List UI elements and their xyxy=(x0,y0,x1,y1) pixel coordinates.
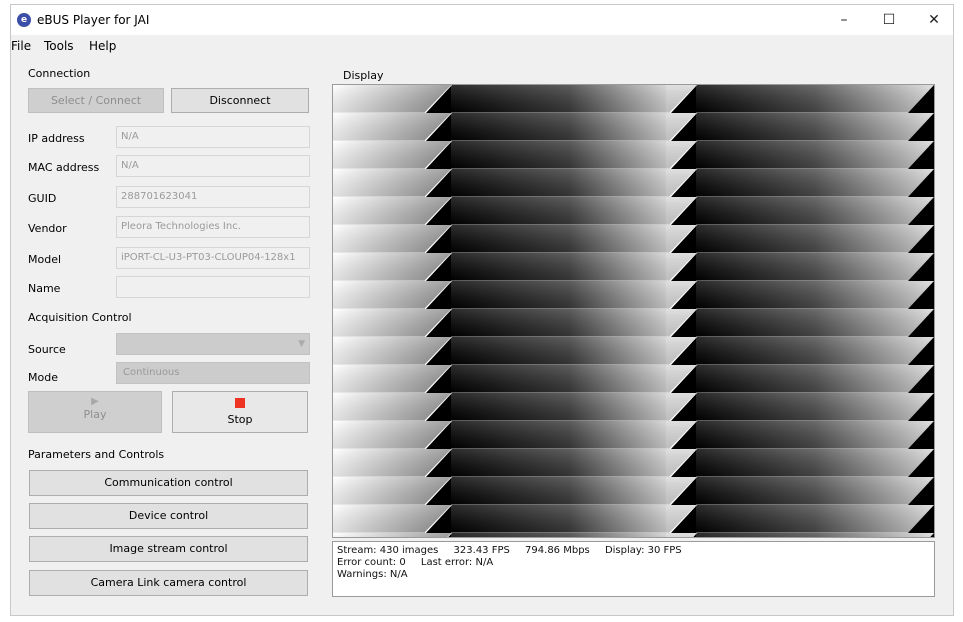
display-label: Display xyxy=(343,69,384,82)
stop-label: Stop xyxy=(227,413,253,426)
stop-button[interactable]: Stop xyxy=(172,391,308,433)
select-connect-button[interactable]: Select / Connect xyxy=(28,88,164,113)
stop-icon xyxy=(235,398,245,408)
ip-address-field: N/A xyxy=(116,126,310,148)
vendor-label: Vendor xyxy=(28,222,67,235)
disconnect-button[interactable]: Disconnect xyxy=(171,88,309,113)
acquisition-control-label: Acquisition Control xyxy=(28,311,132,324)
play-icon: ▶ xyxy=(91,396,99,407)
name-field xyxy=(116,276,310,298)
model-field: iPORT-CL-U3-PT03-CLOUP04-128x1 xyxy=(116,247,310,269)
play-button[interactable]: ▶ Play xyxy=(28,391,162,433)
source-dropdown[interactable]: ▼ xyxy=(116,333,310,355)
warnings: Warnings: N/A xyxy=(337,569,408,580)
source-label: Source xyxy=(28,343,66,356)
last-error: Last error: N/A xyxy=(420,557,494,568)
menu-file[interactable]: File xyxy=(11,39,31,53)
mode-label: Mode xyxy=(28,371,58,384)
error-count: Error count: 0 xyxy=(337,557,406,568)
stream-count: Stream: 430 images xyxy=(337,545,439,556)
app-logo-icon: e xyxy=(17,13,31,27)
connection-label: Connection xyxy=(28,67,91,80)
image-row-overlay xyxy=(333,85,934,537)
guid-field: 288701623041 xyxy=(116,186,310,208)
guid-label: GUID xyxy=(28,192,57,205)
title-bar: e eBUS Player for JAI – ☐ ✕ xyxy=(11,5,953,35)
minimize-button[interactable]: – xyxy=(829,9,859,31)
maximize-button[interactable]: ☐ xyxy=(874,9,904,31)
status-panel: Stream: 430 images 323.43 FPS 794.86 Mbp… xyxy=(332,541,935,597)
warnings-status-line: Warnings: N/A xyxy=(337,569,930,581)
communication-control-button[interactable]: Communication control xyxy=(29,470,308,496)
name-label: Name xyxy=(28,282,61,295)
menu-help[interactable]: Help xyxy=(89,39,116,53)
mode-value: Continuous xyxy=(123,367,180,378)
window-title: eBUS Player for JAI xyxy=(37,13,150,27)
menu-bar: File Tools Help xyxy=(11,37,953,57)
camera-link-control-button[interactable]: Camera Link camera control xyxy=(29,570,308,596)
play-label: Play xyxy=(83,408,107,421)
mode-dropdown[interactable]: Continuous xyxy=(116,362,310,384)
ip-address-label: IP address xyxy=(28,132,85,145)
stream-status-line: Stream: 430 images 323.43 FPS 794.86 Mbp… xyxy=(337,545,930,557)
image-stream-control-button[interactable]: Image stream control xyxy=(29,536,308,562)
close-button[interactable]: ✕ xyxy=(919,9,949,31)
stream-fps: 323.43 FPS xyxy=(453,545,510,556)
display-area xyxy=(332,84,935,538)
device-control-button[interactable]: Device control xyxy=(29,503,308,529)
display-fps: Display: 30 FPS xyxy=(604,545,682,556)
parameters-controls-label: Parameters and Controls xyxy=(28,448,165,461)
camera-image xyxy=(333,85,934,537)
stream-bandwidth: 794.86 Mbps xyxy=(525,545,590,556)
chevron-down-icon: ▼ xyxy=(298,339,305,349)
menu-tools[interactable]: Tools xyxy=(44,39,74,53)
mac-address-label: MAC address xyxy=(28,161,100,174)
model-label: Model xyxy=(28,253,62,266)
error-status-line: Error count: 0 Last error: N/A xyxy=(337,557,930,569)
mac-address-field: N/A xyxy=(116,155,310,177)
vendor-field: Pleora Technologies Inc. xyxy=(116,216,310,238)
